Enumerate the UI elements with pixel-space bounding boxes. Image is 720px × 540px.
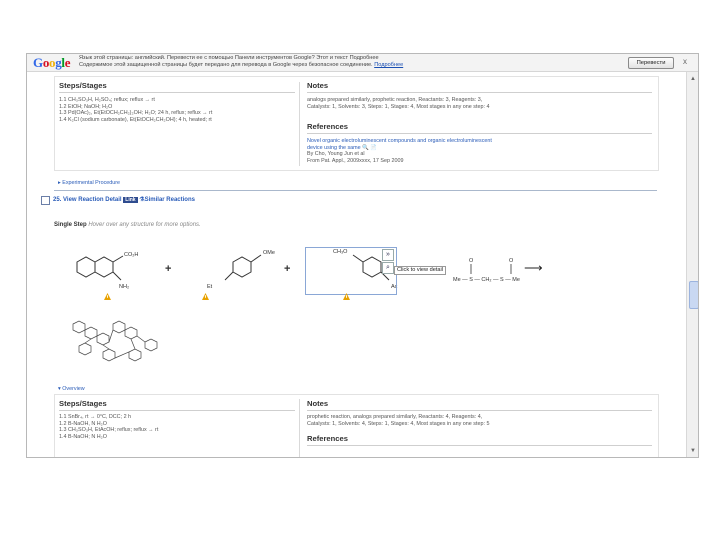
expand-icon[interactable]: »: [382, 249, 394, 261]
translate-line-1: Язык этой страницы: английский. Перевест…: [79, 55, 379, 61]
reactant-4-oxygen-1: O: [469, 258, 474, 264]
reaction-number: 25.: [53, 197, 62, 203]
divider: [307, 92, 652, 93]
notes-text: analogs prepared similarly, prophetic re…: [307, 97, 489, 110]
view-reaction-detail-link[interactable]: View Reaction Detail: [63, 197, 122, 203]
references-header: References: [307, 122, 348, 131]
step-line: 1.3 CH₃SO₃H, EtAcOH; reflux; reflux → rt: [59, 427, 159, 434]
magnifier-icon[interactable]: 🔍: [362, 145, 369, 151]
column-divider: [299, 82, 300, 166]
reactant-1-structure[interactable]: [76, 255, 124, 281]
plus-sign: +: [165, 263, 172, 275]
more-info-link[interactable]: Подробнее: [374, 62, 403, 68]
divider: [59, 92, 295, 93]
translate-button[interactable]: Перевести: [628, 57, 674, 69]
reference-title-link-2[interactable]: device using the same 🔍 📄: [307, 145, 492, 152]
close-icon[interactable]: x: [683, 57, 687, 66]
google-logo: Google: [33, 55, 71, 71]
reactant-2-sub-1: OMe: [263, 250, 275, 256]
step-line: 1.1 SnBr₄, rt → 0°C, DCC; 2 h: [59, 414, 132, 420]
full-text-icon[interactable]: 📄: [370, 145, 377, 151]
scroll-down-icon[interactable]: ▼: [689, 447, 697, 455]
divider: [307, 133, 652, 134]
reactant-1-sub-1: CO₂H: [124, 252, 138, 258]
step-line: 1.4 K₂Cl (sodium carbonate), Et(EtOCH₂CH…: [59, 116, 212, 123]
step-line: 1.1 CH₃SO₃H, H₂SO₄; reflux; reflux → rt: [59, 97, 155, 103]
notes-line: analogs prepared similarly, prophetic re…: [307, 97, 483, 103]
reference-authors: By Cho, Young Jun et al: [307, 151, 365, 158]
step-line: 1.4 B-NaOH; N H₂O: [59, 433, 107, 440]
browser-window: Google Язык этой страницы: английский. П…: [26, 53, 699, 458]
select-reaction-checkbox[interactable]: [41, 196, 50, 205]
reference-source: From Pat. Appl., 2009xxxx, 17 Sep 2009: [307, 157, 404, 164]
link-badge[interactable]: Link: [123, 197, 138, 203]
notes-header: Notes: [307, 81, 329, 90]
overview-toggle[interactable]: ▾ Overview: [58, 386, 85, 393]
magnifier-icon[interactable]: ⌕: [382, 262, 394, 274]
warning-icon[interactable]: [343, 293, 350, 300]
divider: [59, 410, 295, 411]
page-content: Steps/Stages 1.1 CH₃SO₃H, H₂SO₄; reflux;…: [27, 72, 686, 457]
logo-letter: e: [64, 55, 71, 70]
vertical-scrollbar[interactable]: ▲ ▼: [686, 72, 698, 457]
reactant-1-sub-2: NH₂: [119, 284, 129, 290]
translate-line-2: Содержимое этой защищенной страницы буде…: [79, 62, 404, 68]
warning-icon[interactable]: [202, 293, 209, 300]
experimental-procedure-link[interactable]: ▸ Experimental Procedure: [58, 180, 120, 187]
scrollbar-thumb[interactable]: [689, 281, 698, 309]
step-line: 1.2 B-NaOH, N H₂O: [59, 420, 107, 427]
warning-icon[interactable]: [104, 293, 111, 300]
reference-title-link[interactable]: Novel organic electroluminescent compoun…: [307, 138, 492, 145]
steps-list: 1.1 CH₃SO₃H, H₂SO₄; reflux; reflux → rt …: [59, 97, 212, 123]
steps-header: Steps/Stages: [59, 81, 107, 90]
reactant-4-structure[interactable]: Me — S — CH₂ — S — Me: [453, 277, 520, 283]
step-line: 1.3 Pd(OAc)₂, Et(EtOCH₂CH₂)₂OH; H₂O; 24 …: [59, 110, 213, 117]
steps-header: Steps/Stages: [59, 399, 107, 408]
scroll-up-icon[interactable]: ▲: [689, 75, 697, 83]
steps-list: 1.1 SnBr₄, rt → 0°C, DCC; 2 h 1.2 B-NaOH…: [59, 414, 158, 440]
product-structure[interactable]: [59, 316, 169, 374]
translate-bar: Google Язык этой страницы: английский. П…: [27, 54, 698, 72]
notes-text: prophetic reaction, analogs prepared sim…: [307, 414, 489, 427]
notes-line: Catalysts: 1, Solvents: 4, Steps: 1, Sta…: [307, 420, 490, 427]
notes-line: prophetic reaction, analogs prepared sim…: [307, 414, 483, 420]
reference-entry: Novel organic electroluminescent compoun…: [307, 138, 492, 164]
reaction-arrow: ⟶: [524, 260, 543, 275]
notes-line: Catalysts: 1, Solvents: 3, Steps: 1, Sta…: [307, 103, 490, 110]
divider: [307, 410, 652, 411]
tooltip: Click to view detail: [394, 266, 447, 275]
section-divider: [54, 190, 657, 191]
translate-message: Язык этой страницы: английский. Перевест…: [79, 55, 403, 69]
plus-sign: +: [284, 263, 291, 275]
notes-header: Notes: [307, 399, 329, 408]
logo-letter: G: [33, 55, 43, 70]
reaction-header: 25. View Reaction Detail Link ⚗Similar R…: [53, 197, 195, 204]
column-divider: [299, 399, 300, 457]
step-line: 1.2 EtOH; NaOH; H₂O: [59, 103, 113, 110]
references-header: References: [307, 434, 348, 443]
divider: [307, 445, 652, 446]
reactant-4-oxygen-2: O: [509, 258, 514, 264]
single-step-label: Single Step Hover over any structure for…: [54, 222, 201, 228]
reactant-2-structure[interactable]: [224, 254, 262, 281]
reactant-2-sub-2: Et: [207, 284, 213, 290]
similar-reactions-link[interactable]: Similar Reactions: [145, 197, 195, 203]
